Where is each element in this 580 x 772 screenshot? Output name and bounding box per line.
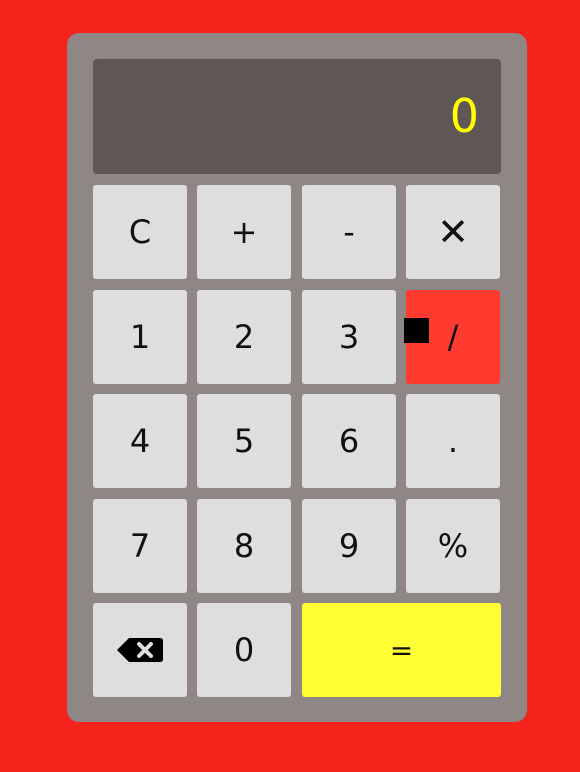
digit-7-label: 7	[129, 527, 151, 565]
multiply-label: ✕	[437, 210, 469, 254]
digit-8-button[interactable]: 8	[197, 499, 291, 593]
digit-4-label: 4	[129, 422, 151, 460]
digit-6-button[interactable]: 6	[302, 394, 396, 488]
digit-2-label: 2	[233, 318, 255, 356]
digit-7-button[interactable]: 7	[93, 499, 187, 593]
digit-3-label: 3	[338, 318, 360, 356]
multiply-button[interactable]: ✕	[406, 185, 500, 279]
plus-label: +	[230, 213, 258, 251]
clear-button[interactable]: C	[93, 185, 187, 279]
divide-label: /	[447, 318, 459, 356]
digit-1-button[interactable]: 1	[93, 290, 187, 384]
percent-label: %	[437, 527, 469, 565]
digit-8-label: 8	[233, 527, 255, 565]
display-value: 0	[449, 89, 479, 143]
clear-label: C	[128, 213, 152, 251]
digit-5-button[interactable]: 5	[197, 394, 291, 488]
display: 0	[93, 59, 501, 174]
digit-6-label: 6	[338, 422, 360, 460]
digit-5-label: 5	[233, 422, 255, 460]
plus-button[interactable]: +	[197, 185, 291, 279]
equals-button[interactable]: =	[302, 603, 501, 697]
digit-0-button[interactable]: 0	[197, 603, 291, 697]
digit-0-label: 0	[233, 631, 255, 669]
percent-button[interactable]: %	[406, 499, 500, 593]
digit-4-button[interactable]: 4	[93, 394, 187, 488]
digit-3-button[interactable]: 3	[302, 290, 396, 384]
decimal-label: .	[447, 422, 459, 460]
digit-9-button[interactable]: 9	[302, 499, 396, 593]
cursor-marker	[404, 318, 429, 343]
digit-9-label: 9	[338, 527, 360, 565]
digit-2-button[interactable]: 2	[197, 290, 291, 384]
calculator: 0 C + - ✕ 1 2 3 / 4 5 6 . 7 8 9 % 0 =	[67, 33, 527, 722]
backspace-icon	[117, 638, 163, 662]
minus-label: -	[343, 213, 355, 251]
equals-label: =	[389, 633, 414, 667]
minus-button[interactable]: -	[302, 185, 396, 279]
backspace-button[interactable]	[93, 603, 187, 697]
digit-1-label: 1	[129, 318, 151, 356]
decimal-button[interactable]: .	[406, 394, 500, 488]
